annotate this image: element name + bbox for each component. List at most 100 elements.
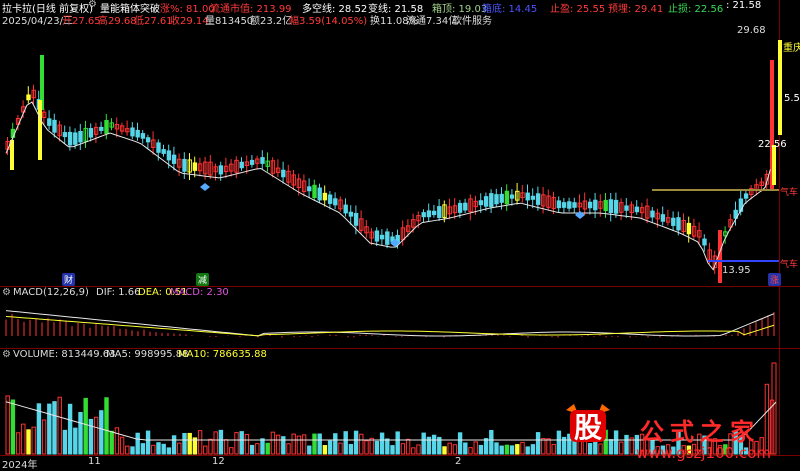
volume-bar [624, 434, 629, 455]
candle-body [634, 206, 640, 213]
watermark-url: www.gszj100.com [636, 444, 772, 462]
reduce-holding-marker[interactable]: 减 [196, 273, 210, 286]
volume-bar [93, 416, 99, 455]
volume-bar [301, 434, 307, 455]
metric-item: 预埋: 29.41 [608, 4, 664, 15]
volume-bar [218, 429, 224, 455]
volume-bar [21, 423, 26, 455]
metric-item: 止盈: 25.55 [550, 4, 606, 15]
stop-loss-label: 22.56 [758, 139, 787, 150]
candle-body [145, 137, 151, 143]
volume-bar [187, 432, 192, 455]
candle-body [421, 212, 426, 218]
volume-ma5: MA5: 998995.88 [106, 349, 189, 360]
candle-body [166, 150, 172, 161]
volume-title[interactable]: VOLUME: 813449.63 [13, 349, 116, 360]
volume-bar [31, 426, 36, 455]
volume-bar [364, 440, 369, 455]
candle-body [47, 118, 52, 126]
candle-body [239, 161, 244, 169]
line-label-upper: 气车 [780, 188, 799, 198]
volume-bar [489, 429, 494, 455]
volume-bar [385, 438, 390, 455]
macd-dif: DIF: 1.66 [96, 287, 141, 298]
volume-bar [322, 445, 328, 455]
candle-body [156, 142, 161, 153]
candle-body [567, 201, 572, 209]
candle-body [317, 187, 322, 201]
volume-bar [161, 443, 166, 455]
volume-bar [130, 446, 135, 455]
volume-bar [291, 433, 296, 455]
macd-dea-line [5, 315, 775, 337]
volume-bar [166, 447, 172, 455]
volume-bar [78, 412, 83, 455]
volume-bar [535, 432, 541, 455]
limit-up-marker[interactable]: 涨 [768, 273, 782, 286]
candle-body [353, 213, 359, 226]
settings-icon[interactable]: ⚙ [88, 0, 97, 10]
candle-body [322, 192, 328, 201]
volume-bar [135, 432, 140, 455]
volume-bar [104, 397, 109, 455]
candle-body [608, 199, 614, 214]
volume-bar [374, 440, 380, 455]
volume-bar [10, 399, 16, 455]
candle-body [509, 194, 515, 199]
volume-bar [41, 419, 47, 455]
volume-settings-icon[interactable]: ⚙ [2, 349, 11, 360]
candle-body [67, 131, 73, 146]
volume-bar [145, 430, 151, 455]
macd-title[interactable]: MACD(12,26,9) [13, 287, 89, 298]
volume-bar [499, 445, 504, 455]
volume-bar [83, 397, 88, 455]
candle-body [504, 190, 510, 205]
volume-bar [431, 434, 437, 455]
volume-bar [197, 430, 203, 455]
volume-bar [88, 418, 94, 455]
macd-value: MACD: 2.30 [170, 287, 229, 298]
volume-bar [463, 442, 468, 455]
volume-bar [421, 432, 426, 455]
candle-body [161, 149, 166, 154]
volume-bar [57, 396, 62, 455]
volume-bar [275, 434, 281, 455]
volume-ma10: MA10: 786635.88 [178, 349, 267, 360]
quote-close: 收29.14 [170, 16, 209, 27]
metric-item: 止损: 22.56 [668, 4, 724, 15]
volume-bar [416, 444, 421, 455]
volume-bar [125, 445, 130, 455]
volume-bar [400, 443, 406, 455]
candle-body [26, 94, 31, 101]
watermark-brand: 公式之家 [640, 418, 760, 446]
candle-body [743, 193, 749, 199]
candle-body [556, 200, 562, 209]
watermark-logo: 股 [560, 402, 616, 444]
volume-bar [327, 440, 333, 455]
volume-bar [239, 431, 244, 455]
volume-bar [494, 442, 499, 455]
line-label-lower: 气车 [780, 260, 799, 270]
candle-body [78, 130, 83, 143]
candle-body [88, 128, 94, 138]
candle-body [463, 202, 468, 211]
volume-bar [442, 446, 447, 455]
volume-bar [515, 444, 520, 455]
quote-range: 幅3.59(14.05%) [289, 16, 368, 27]
volume-bar [338, 442, 343, 455]
volume-bar [171, 435, 177, 455]
candle-body [135, 129, 140, 138]
volume-bar [551, 443, 556, 455]
volume-bar [182, 433, 187, 455]
volume-bar [229, 447, 234, 455]
earnings-marker[interactable]: 财 [62, 273, 76, 286]
volume-bar [5, 395, 10, 455]
x-axis-label-nov: 11 [88, 456, 101, 467]
candle-body [385, 231, 390, 245]
macd-settings-icon[interactable]: ⚙ [2, 287, 11, 298]
kline-chart[interactable] [0, 0, 800, 467]
volume-bar [348, 443, 354, 455]
volume-bar [151, 444, 156, 455]
volume-bar [119, 436, 125, 455]
candle-body [249, 159, 255, 165]
